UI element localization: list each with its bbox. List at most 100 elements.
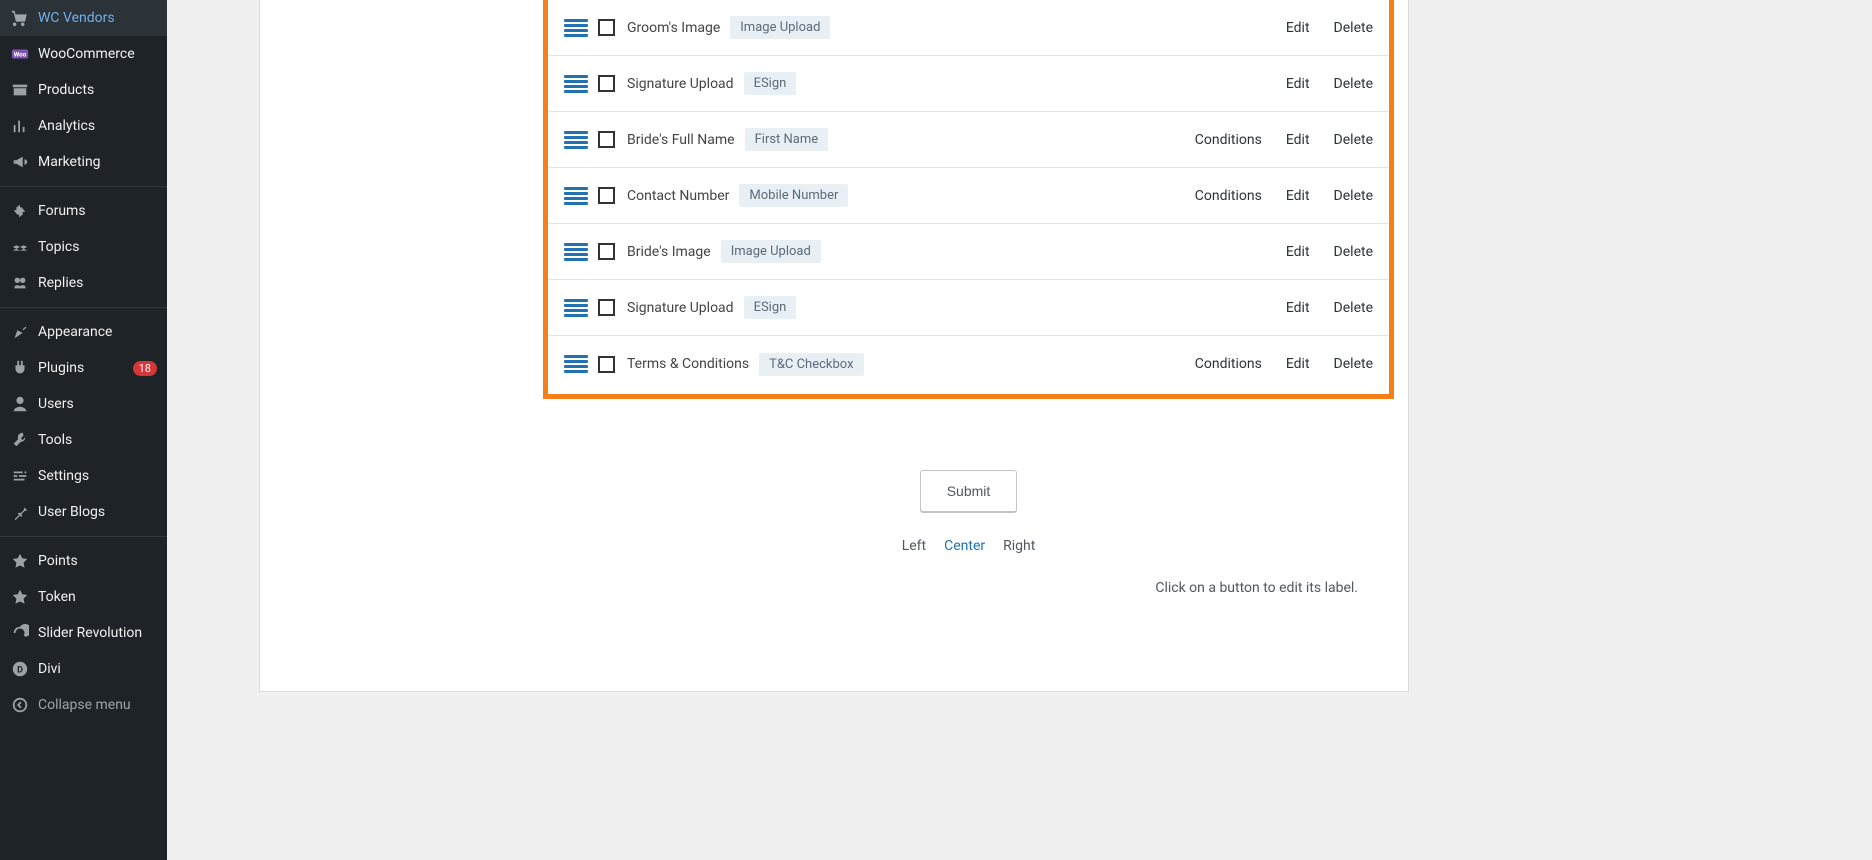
row-checkbox[interactable]	[598, 19, 615, 36]
edit-action[interactable]: Edit	[1286, 20, 1310, 36]
form-field-row: Groom's ImageImage UploadEditDelete	[548, 0, 1389, 56]
edit-action[interactable]: Edit	[1286, 300, 1310, 316]
field-label: Contact Number	[627, 188, 729, 204]
field-type-badge: Image Upload	[721, 240, 821, 263]
sidebar-item-label: Analytics	[38, 118, 157, 134]
sidebar-item-label: Tools	[38, 432, 157, 448]
appearance-icon	[10, 322, 30, 342]
submit-area: Submit Left Center Right	[543, 470, 1394, 554]
row-checkbox[interactable]	[598, 75, 615, 92]
drag-handle-icon[interactable]	[564, 187, 588, 205]
row-checkbox[interactable]	[598, 356, 615, 373]
sidebar-item-appearance[interactable]: Appearance	[0, 314, 167, 350]
svg-text:Woo: Woo	[14, 51, 27, 59]
admin-sidebar: WC Vendors WooWooCommerce Products Analytic…	[0, 0, 167, 860]
delete-action[interactable]: Delete	[1334, 300, 1373, 316]
sidebar-item-token[interactable]: Token	[0, 579, 167, 615]
sidebar-item-label: Token	[38, 589, 157, 605]
edit-action[interactable]: Edit	[1286, 188, 1310, 204]
field-label: Signature Upload	[627, 300, 734, 316]
content-panel: Groom's ImageImage UploadEditDeleteSigna…	[259, 0, 1409, 692]
sidebar-item-label: Marketing	[38, 154, 157, 170]
conditions-action[interactable]: Conditions	[1195, 356, 1262, 372]
sidebar-item-tools[interactable]: Tools	[0, 422, 167, 458]
sidebar-item-analytics[interactable]: Analytics	[0, 108, 167, 144]
user-icon	[10, 394, 30, 414]
sidebar-item-label: Topics	[38, 239, 157, 255]
plugin-icon	[10, 358, 30, 378]
drag-handle-icon[interactable]	[564, 299, 588, 317]
sidebar-item-user-blogs[interactable]: User Blogs	[0, 494, 167, 530]
form-field-row: Signature Upload ESign Edit Delete	[548, 280, 1389, 336]
sidebar-item-plugins[interactable]: Plugins18	[0, 350, 167, 386]
sidebar-item-label: Divi	[38, 661, 157, 677]
field-type-badge: ESign	[744, 296, 797, 319]
sidebar-separator	[0, 307, 167, 308]
edit-action[interactable]: Edit	[1286, 244, 1310, 260]
field-label: Groom's Image	[627, 20, 720, 36]
field-label: Signature Upload	[627, 76, 734, 92]
sidebar-item-slider-revolution[interactable]: Slider Revolution	[0, 615, 167, 651]
align-left[interactable]: Left	[902, 538, 926, 554]
form-field-row: Contact NumberMobile NumberConditionsEdi…	[548, 168, 1389, 224]
row-checkbox[interactable]	[598, 299, 615, 316]
star-icon	[10, 551, 30, 571]
field-type-badge: T&C Checkbox	[759, 353, 863, 376]
sidebar-item-woocommerce[interactable]: WooWooCommerce	[0, 36, 167, 72]
conditions-action[interactable]: Conditions	[1195, 132, 1262, 148]
chart-icon	[10, 116, 30, 136]
sidebar-item-label: User Blogs	[38, 504, 157, 520]
sidebar-item-label: Forums	[38, 203, 157, 219]
woo-icon: Woo	[10, 44, 30, 64]
submit-button[interactable]: Submit	[920, 470, 1018, 512]
conditions-action[interactable]: Conditions	[1195, 188, 1262, 204]
row-checkbox[interactable]	[598, 187, 615, 204]
sidebar-item-label: WC Vendors	[38, 10, 157, 26]
sidebar-item-settings[interactable]: Settings	[0, 458, 167, 494]
main-content: Groom's ImageImage UploadEditDeleteSigna…	[167, 0, 1872, 860]
drag-handle-icon[interactable]	[564, 355, 588, 373]
sidebar-item-collapse-menu[interactable]: Collapse menu	[0, 687, 167, 723]
tool-icon	[10, 430, 30, 450]
sidebar-item-label: Users	[38, 396, 157, 412]
update-count-badge: 18	[133, 361, 157, 376]
delete-action[interactable]: Delete	[1334, 356, 1373, 372]
delete-action[interactable]: Delete	[1334, 132, 1373, 148]
delete-action[interactable]: Delete	[1334, 20, 1373, 36]
form-field-row: Bride's Full NameFirst NameConditionsEdi…	[548, 112, 1389, 168]
drag-handle-icon[interactable]	[564, 243, 588, 261]
sidebar-item-topics[interactable]: Topics	[0, 229, 167, 265]
align-center[interactable]: Center	[944, 538, 985, 554]
divi-icon: D	[10, 659, 30, 679]
sidebar-item-points[interactable]: Points	[0, 543, 167, 579]
drag-handle-icon[interactable]	[564, 75, 588, 93]
sidebar-item-label: Products	[38, 82, 157, 98]
row-checkbox[interactable]	[598, 131, 615, 148]
sidebar-separator	[0, 186, 167, 187]
align-right[interactable]: Right	[1003, 538, 1035, 554]
delete-action[interactable]: Delete	[1334, 76, 1373, 92]
sidebar-item-wc-vendors[interactable]: WC Vendors	[0, 0, 167, 36]
edit-action[interactable]: Edit	[1286, 356, 1310, 372]
drag-handle-icon[interactable]	[564, 19, 588, 37]
field-label: Terms & Conditions	[627, 356, 749, 372]
sidebar-item-label: Collapse menu	[38, 697, 157, 713]
edit-action[interactable]: Edit	[1286, 132, 1310, 148]
refresh-icon	[10, 623, 30, 643]
delete-action[interactable]: Delete	[1334, 244, 1373, 260]
sidebar-item-label: Settings	[38, 468, 157, 484]
sidebar-item-users[interactable]: Users	[0, 386, 167, 422]
delete-action[interactable]: Delete	[1334, 188, 1373, 204]
drag-handle-icon[interactable]	[564, 131, 588, 149]
svg-text:D: D	[17, 666, 23, 676]
sidebar-item-replies[interactable]: Replies	[0, 265, 167, 301]
sidebar-item-forums[interactable]: Forums	[0, 193, 167, 229]
alignment-options: Left Center Right	[543, 538, 1394, 554]
collapse-icon	[10, 695, 30, 715]
sidebar-item-products[interactable]: Products	[0, 72, 167, 108]
archive-icon	[10, 80, 30, 100]
row-checkbox[interactable]	[598, 243, 615, 260]
sidebar-item-marketing[interactable]: Marketing	[0, 144, 167, 180]
sidebar-item-divi[interactable]: D Divi	[0, 651, 167, 687]
edit-action[interactable]: Edit	[1286, 76, 1310, 92]
